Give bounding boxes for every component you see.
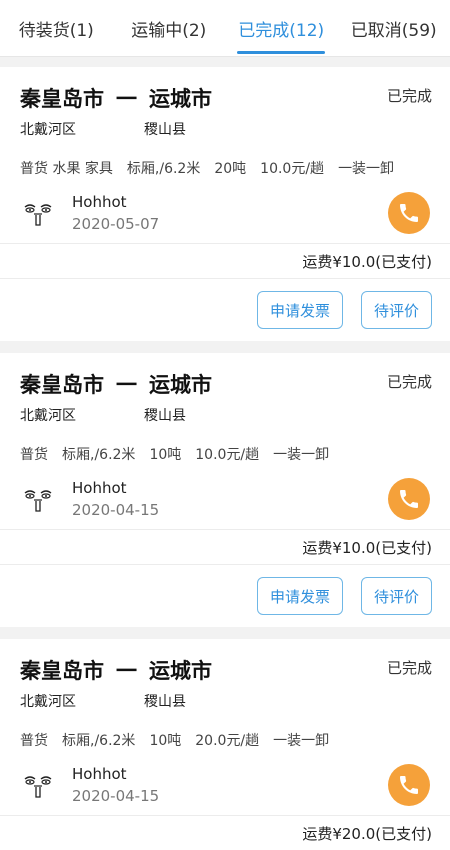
weight: 10吨 (149, 730, 181, 750)
goods-info: 普货 水果 家具 标厢,/6.2米 20吨 10.0元/趟 一装一卸 (0, 145, 450, 183)
order-status-tabs: 待装货(1) 运输中(2) 已完成(12) 已取消(59) (0, 0, 450, 57)
freight-fee: 运费¥10.0(已支付) (302, 251, 432, 272)
freight-fee: 运费¥10.0(已支付) (302, 537, 432, 558)
from-city: 秦皇岛市 (20, 83, 104, 113)
to-district: 稷山县 (144, 119, 186, 139)
contact-name: Hohhot (72, 479, 159, 497)
order-card[interactable]: 秦皇岛市 一 运城市 北戴河区 稷山县 已完成 普货 标厢,/6.2米 10吨 … (0, 353, 450, 627)
route-separator: 一 (116, 83, 137, 113)
route-districts: 北戴河区 稷山县 (20, 405, 430, 425)
fee-row: 运费¥20.0(已支付) (0, 815, 450, 850)
status-badge: 已完成 (387, 371, 432, 392)
status-badge: 已完成 (387, 657, 432, 678)
to-city: 运城市 (149, 83, 212, 113)
to-district: 稷山县 (144, 405, 186, 425)
freight-fee: 运费¥20.0(已支付) (302, 823, 432, 844)
to-city: 运城市 (149, 655, 212, 685)
to-city: 运城市 (149, 369, 212, 399)
price: 10.0元/趟 (195, 444, 259, 464)
route-cities: 秦皇岛市 一 运城市 (20, 655, 430, 685)
tab-pending-loading[interactable]: 待装货(1) (0, 0, 113, 56)
route-separator: 一 (116, 369, 137, 399)
goods-type: 普货 (20, 730, 48, 750)
phone-icon[interactable] (388, 192, 430, 234)
order-date: 2020-05-07 (72, 215, 159, 233)
vehicle-type: 标厢,/6.2米 (62, 444, 135, 464)
route-section: 秦皇岛市 一 运城市 北戴河区 稷山县 已完成 (0, 353, 450, 431)
avatar-icon (20, 767, 56, 803)
tab-in-transit[interactable]: 运输中(2) (113, 0, 226, 56)
route-separator: 一 (116, 655, 137, 685)
from-district: 北戴河区 (20, 405, 144, 425)
from-city: 秦皇岛市 (20, 369, 104, 399)
action-row: 申请发票 待评价 (0, 278, 450, 341)
from-district: 北戴河区 (20, 119, 144, 139)
contact-row: Hohhot 2020-05-07 (0, 183, 450, 243)
request-invoice-button[interactable]: 申请发票 (257, 577, 343, 615)
fee-row: 运费¥10.0(已支付) (0, 243, 450, 278)
route-districts: 北戴河区 稷山县 (20, 119, 430, 139)
weight: 10吨 (149, 444, 181, 464)
contact-row: Hohhot 2020-04-15 (0, 755, 450, 815)
order-card[interactable]: 秦皇岛市 一 运城市 北戴河区 稷山县 已完成 普货 水果 家具 标厢,/6.2… (0, 67, 450, 341)
load-type: 一装一卸 (273, 730, 329, 750)
pending-review-button[interactable]: 待评价 (361, 291, 432, 329)
avatar-icon (20, 481, 56, 517)
route-section: 秦皇岛市 一 运城市 北戴河区 稷山县 已完成 (0, 639, 450, 717)
load-type: 一装一卸 (338, 158, 394, 178)
price: 10.0元/趟 (260, 158, 324, 178)
price: 20.0元/趟 (195, 730, 259, 750)
order-card[interactable]: 秦皇岛市 一 运城市 北戴河区 稷山县 已完成 普货 标厢,/6.2米 10吨 … (0, 639, 450, 850)
fee-row: 运费¥10.0(已支付) (0, 529, 450, 564)
from-city: 秦皇岛市 (20, 655, 104, 685)
load-type: 一装一卸 (273, 444, 329, 464)
phone-icon[interactable] (388, 478, 430, 520)
route-cities: 秦皇岛市 一 运城市 (20, 369, 430, 399)
contact-name: Hohhot (72, 193, 159, 211)
vehicle-type: 标厢,/6.2米 (127, 158, 200, 178)
action-row: 申请发票 待评价 (0, 564, 450, 627)
contact-name: Hohhot (72, 765, 159, 783)
route-cities: 秦皇岛市 一 运城市 (20, 83, 430, 113)
goods-info: 普货 标厢,/6.2米 10吨 10.0元/趟 一装一卸 (0, 431, 450, 469)
to-district: 稷山县 (144, 691, 186, 711)
order-list: 秦皇岛市 一 运城市 北戴河区 稷山县 已完成 普货 水果 家具 标厢,/6.2… (0, 57, 450, 850)
order-date: 2020-04-15 (72, 787, 159, 805)
order-date: 2020-04-15 (72, 501, 159, 519)
contact-row: Hohhot 2020-04-15 (0, 469, 450, 529)
tab-cancelled[interactable]: 已取消(59) (338, 0, 450, 56)
status-badge: 已完成 (387, 85, 432, 106)
request-invoice-button[interactable]: 申请发票 (257, 291, 343, 329)
weight: 20吨 (214, 158, 246, 178)
pending-review-button[interactable]: 待评价 (361, 577, 432, 615)
route-districts: 北戴河区 稷山县 (20, 691, 430, 711)
goods-type: 普货 (20, 444, 48, 464)
tab-completed[interactable]: 已完成(12) (225, 0, 338, 56)
goods-type: 普货 水果 家具 (20, 158, 113, 178)
avatar-icon (20, 195, 56, 231)
vehicle-type: 标厢,/6.2米 (62, 730, 135, 750)
goods-info: 普货 标厢,/6.2米 10吨 20.0元/趟 一装一卸 (0, 717, 450, 755)
from-district: 北戴河区 (20, 691, 144, 711)
route-section: 秦皇岛市 一 运城市 北戴河区 稷山县 已完成 (0, 67, 450, 145)
